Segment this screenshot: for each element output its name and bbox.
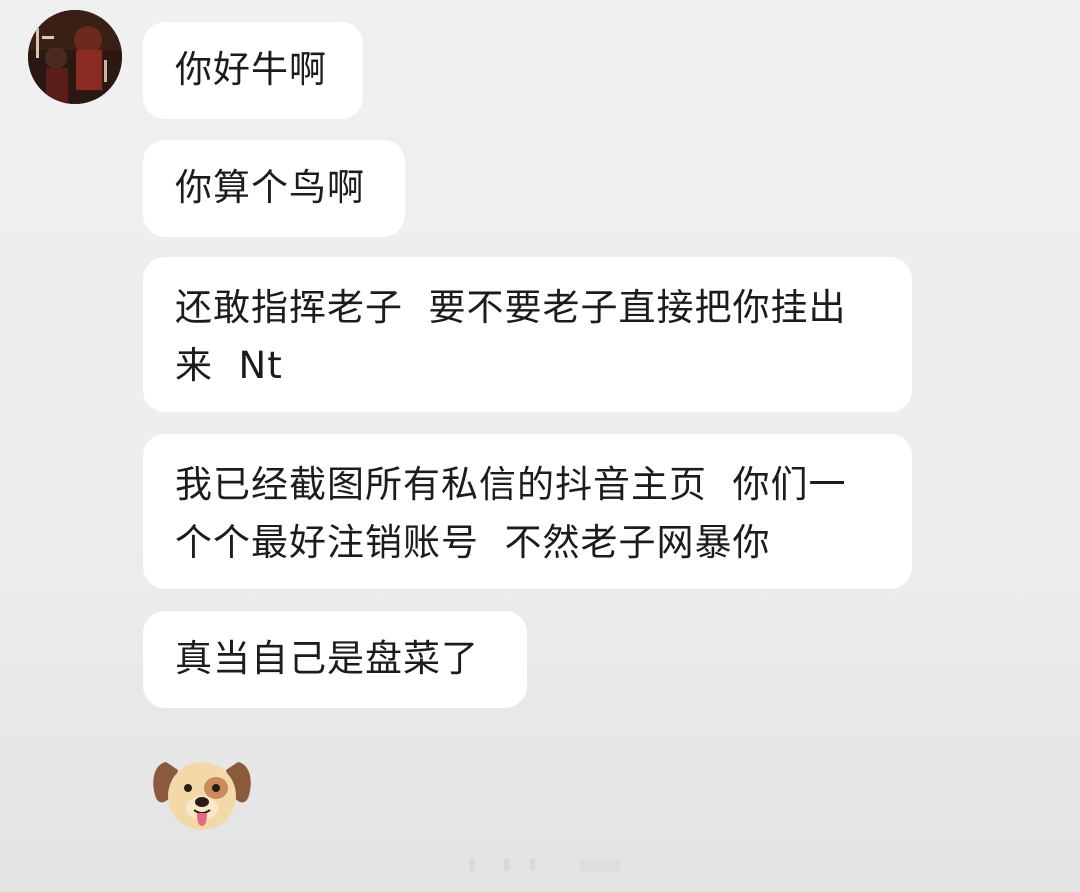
profile-avatar-icon[interactable] — [28, 10, 122, 104]
chat-message-bubble[interactable]: 你算个鸟啊 — [143, 140, 405, 237]
chat-message-text: 你算个鸟啊 — [175, 166, 365, 209]
chat-message-text: 我已经截图所有私信的抖音主页 你们一 个个最好注销账号 不然老子网暴你 — [175, 463, 847, 564]
chat-message-bubble[interactable]: 还敢指挥老子 要不要老子直接把你挂出 来 Nt — [143, 257, 912, 412]
dog-face-emoji-icon[interactable] — [150, 754, 254, 838]
chat-message-bubble[interactable]: 我已经截图所有私信的抖音主页 你们一 个个最好注销账号 不然老子网暴你 — [143, 434, 912, 589]
chat-message-bubble[interactable]: 真当自己是盘菜了 — [143, 611, 527, 708]
chat-message-bubble[interactable]: 你好牛啊 — [143, 22, 363, 119]
watermark-dots — [470, 859, 620, 871]
chat-message-text: 还敢指挥老子 要不要老子直接把你挂出 来 Nt — [175, 286, 847, 387]
chat-message-text: 真当自己是盘菜了 — [175, 637, 479, 680]
chat-message-text: 你好牛啊 — [175, 48, 327, 91]
